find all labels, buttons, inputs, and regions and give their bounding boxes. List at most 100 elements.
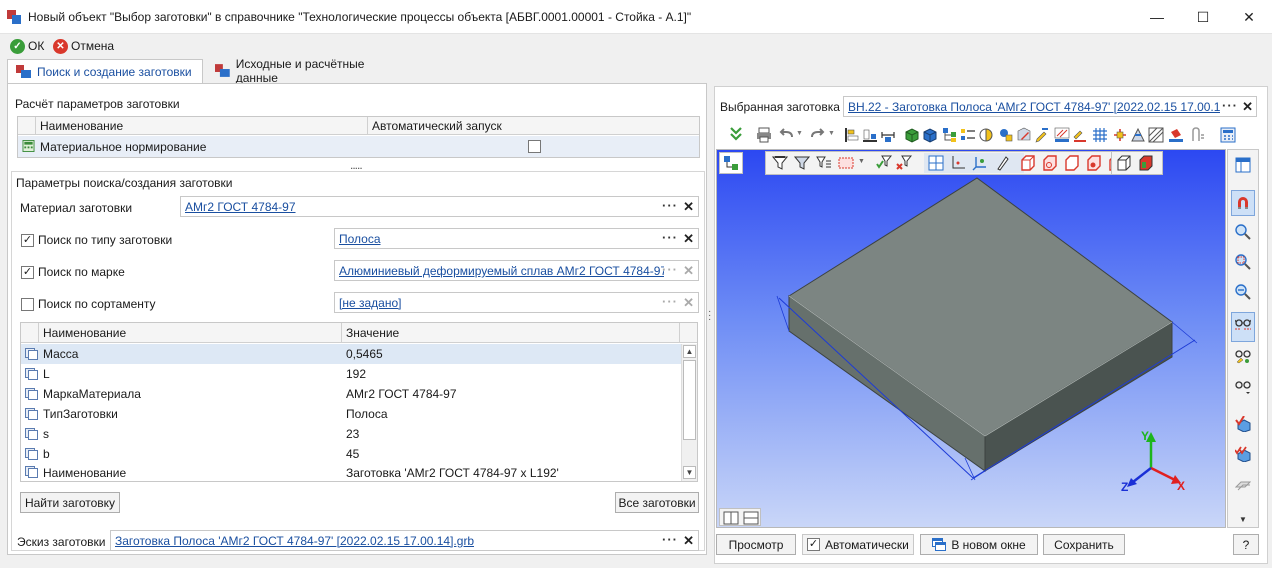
undo-dropdown-icon[interactable]: ▼ (796, 130, 803, 137)
maximize-button[interactable]: ☐ (1180, 0, 1226, 34)
material-field[interactable]: АМг2 ГОСТ 4784-97 ··· ✕ (180, 196, 699, 217)
filter-clear-icon[interactable] (896, 155, 912, 171)
cube-red-3-icon[interactable] (1064, 155, 1080, 171)
preview-button[interactable]: Просмотр (716, 534, 796, 555)
window-layout-icon[interactable] (1235, 157, 1251, 173)
expand-down-icon[interactable] (728, 126, 744, 142)
label-icon[interactable] (1072, 127, 1088, 143)
table-row[interactable]: Масса 0,5465 (21, 344, 681, 364)
zoom-all-icon[interactable] (1235, 224, 1251, 240)
material-value[interactable]: АМг2 ГОСТ 4784-97 (185, 200, 296, 214)
table-row[interactable]: Наименование Заготовка 'АМг2 ГОСТ 4784-9… (21, 464, 681, 481)
assortment-value[interactable]: [не задано] (339, 296, 401, 310)
coordinate-icon[interactable] (950, 155, 966, 171)
search-by-type-label[interactable]: Поиск по типу заготовки (38, 233, 172, 247)
close-button[interactable]: ✕ (1226, 0, 1272, 34)
align-left-icon[interactable] (844, 127, 860, 143)
all-blanks-button[interactable]: Все заготовки (615, 492, 699, 513)
auto-run-checkbox[interactable] (528, 140, 541, 153)
cube-red-2-icon[interactable] (1042, 155, 1058, 171)
table-row[interactable]: ТипЗаготовки Полоса (21, 404, 681, 424)
viewport-tree-button[interactable] (719, 152, 743, 174)
search-by-assortment-checkbox[interactable] (21, 298, 34, 311)
column-header-auto[interactable]: Автоматический запуск (368, 117, 699, 134)
toolbar-scroll-down-icon[interactable]: ▼ (1239, 515, 1247, 524)
glasses-icon[interactable] (1235, 316, 1251, 332)
zoom-icon[interactable] (1235, 284, 1251, 300)
open-new-window-button[interactable]: В новом окне (920, 534, 1038, 555)
tree-view-icon[interactable] (942, 127, 958, 143)
help-button[interactable]: ? (1233, 534, 1259, 555)
search-by-assortment-label[interactable]: Поиск по сортаменту (38, 297, 156, 311)
dimension-icon[interactable] (880, 127, 896, 143)
clear-icon[interactable]: ✕ (683, 231, 694, 247)
list-view-icon[interactable] (960, 127, 976, 143)
auto-checkbox[interactable]: ✓ (807, 538, 820, 551)
pencil-solid-icon[interactable] (1016, 127, 1032, 143)
more-icon[interactable]: ··· (662, 294, 678, 309)
type-value[interactable]: Полоса (339, 232, 381, 246)
rotate-icon[interactable] (1130, 127, 1146, 143)
vertical-splitter[interactable]: · · · (708, 307, 712, 326)
view-iso-green-icon[interactable] (904, 127, 920, 143)
more-icon[interactable]: ··· (662, 230, 678, 245)
clear-icon[interactable]: ✕ (1242, 99, 1253, 115)
plane-icon[interactable] (1235, 476, 1251, 492)
selected-blank-value[interactable]: BH.22 - Заготовка Полоса 'АМг2 ГОСТ 4784… (848, 100, 1220, 114)
column-header-name[interactable]: Наименование (36, 117, 368, 134)
find-blank-button[interactable]: Найти заготовку (20, 492, 120, 513)
params-scrollbar[interactable]: ▲ ▼ (681, 344, 697, 481)
sketch-value[interactable]: Заготовка Полоса 'АМг2 ГОСТ 4784-97' [20… (115, 534, 474, 548)
redo-dropdown-icon[interactable]: ▼ (828, 130, 835, 137)
selected-blank-field[interactable]: BH.22 - Заготовка Полоса 'АМг2 ГОСТ 4784… (843, 96, 1257, 117)
more-icon[interactable]: ··· (662, 198, 678, 213)
filter-select-icon[interactable] (794, 155, 810, 171)
check-cube-icon[interactable] (1235, 416, 1251, 432)
pen-icon[interactable] (994, 155, 1010, 171)
scroll-thumb[interactable] (683, 360, 696, 440)
table-row[interactable]: b 45 (21, 444, 681, 464)
clear-icon[interactable]: ✕ (683, 295, 694, 311)
double-check-cube-icon[interactable] (1235, 446, 1251, 462)
cube-red-1-icon[interactable] (1020, 155, 1036, 171)
clear-icon[interactable]: ✕ (683, 533, 694, 549)
grid-icon[interactable] (1092, 127, 1108, 143)
search-by-grade-checkbox[interactable]: ✓ (21, 266, 34, 279)
auto-toggle[interactable]: ✓ Автоматически (802, 534, 914, 555)
cube-red-4-icon[interactable] (1086, 155, 1102, 171)
clear-icon[interactable]: ✕ (683, 263, 694, 279)
selection-box-icon[interactable] (838, 155, 854, 171)
paint-icon[interactable] (1168, 127, 1184, 143)
calculator-icon[interactable] (1220, 127, 1236, 143)
clear-icon[interactable]: ✕ (683, 199, 694, 215)
print-icon[interactable] (756, 127, 772, 143)
table-row[interactable]: L 192 (21, 364, 681, 384)
edit-icon[interactable] (1034, 127, 1050, 143)
cross-section-icon[interactable] (1112, 127, 1128, 143)
save-button[interactable]: Сохранить (1043, 534, 1125, 555)
table-row[interactable]: МаркаМатериала АМг2 ГОСТ 4784-97 (21, 384, 681, 404)
hatch-icon[interactable] (1054, 127, 1070, 143)
column-header-name[interactable]: Наименование (39, 323, 342, 342)
filter-icon[interactable] (772, 155, 788, 171)
split-vertical-icon[interactable] (723, 510, 739, 526)
cube-white-icon[interactable] (1116, 155, 1132, 171)
cancel-button[interactable]: ✕ Отмена (53, 37, 114, 55)
glasses-dropdown-icon[interactable] (1235, 378, 1251, 394)
align-bottom-icon[interactable] (862, 127, 878, 143)
undo-icon[interactable] (778, 127, 794, 143)
grade-value[interactable]: Алюминиевый деформируемый сплав АМг2 ГОС… (339, 264, 664, 278)
sphere-icon[interactable] (998, 127, 1014, 143)
selection-dropdown-icon[interactable]: ▼ (858, 158, 865, 165)
zoom-window-icon[interactable] (1235, 254, 1251, 270)
tab-search-create[interactable]: Поиск и создание заготовки (7, 59, 203, 84)
split-horizontal-icon[interactable] (743, 510, 759, 526)
minimize-button[interactable]: — (1134, 0, 1180, 34)
table-row[interactable]: s 23 (21, 424, 681, 444)
search-by-type-checkbox[interactable]: ✓ (21, 234, 34, 247)
glasses-edit-icon[interactable] (1235, 348, 1251, 364)
axes-icon[interactable] (972, 155, 988, 171)
more-icon[interactable]: ··· (1222, 98, 1238, 113)
column-header-value[interactable]: Значение (342, 323, 680, 342)
scroll-up-icon[interactable]: ▲ (683, 345, 696, 358)
